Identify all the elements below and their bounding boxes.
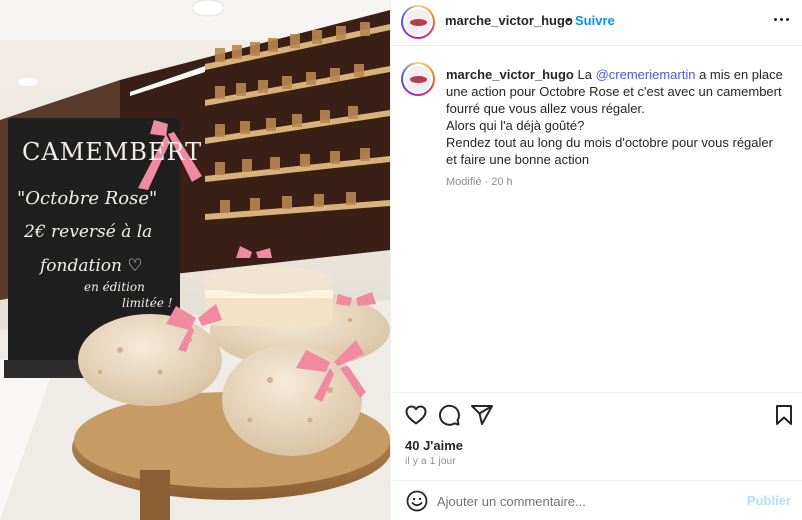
- avatar[interactable]: [401, 5, 435, 39]
- share-icon[interactable]: [470, 403, 494, 427]
- post-time[interactable]: 20 h: [491, 176, 512, 188]
- brand-logo-icon: [405, 66, 431, 92]
- board-line-price: 2€ reversé à la: [24, 222, 153, 242]
- edited-label: Modifié: [446, 176, 482, 188]
- comment-input[interactable]: [437, 491, 737, 511]
- more-horizontal-icon[interactable]: [774, 12, 789, 27]
- separator-dot: •: [566, 12, 571, 27]
- caption-avatar[interactable]: [401, 62, 435, 96]
- post-header: marche_victor_hugo • Suivre: [391, 0, 802, 46]
- board-line-edition: en édition: [84, 280, 145, 294]
- emoji-icon[interactable]: [405, 489, 429, 513]
- bookmark-icon[interactable]: [772, 403, 796, 427]
- actions-bar: 40 J'aime il y a 1 jour: [391, 392, 802, 480]
- caption-line-3: Rendez tout au long du mois d'octobre po…: [446, 135, 773, 167]
- mention-link[interactable]: @cremeriemartin: [596, 67, 696, 82]
- heart-icon[interactable]: [404, 403, 428, 427]
- caption-username[interactable]: marche_victor_hugo: [446, 67, 574, 82]
- comment-bar: Publier: [391, 480, 802, 520]
- header-username[interactable]: marche_victor_hugo: [445, 13, 573, 28]
- caption-meta: Modifié · 20 h: [446, 174, 786, 191]
- comment-icon[interactable]: [437, 403, 461, 427]
- caption-line-2: Alors qui l'a déjà goûté?: [446, 118, 585, 133]
- meta-separator: ·: [481, 176, 492, 188]
- post-image[interactable]: CAMEMBERT "Octobre Rose" 2€ reversé à la…: [0, 0, 390, 520]
- post-side-panel: marche_victor_hugo • Suivre marche_victo…: [390, 0, 802, 520]
- publish-button[interactable]: Publier: [747, 493, 791, 508]
- post-date[interactable]: il y a 1 jour: [405, 456, 456, 467]
- caption-text-before: La: [573, 67, 596, 82]
- likes-count[interactable]: 40 J'aime: [405, 438, 463, 453]
- caption-text: marche_victor_hugo La @cremeriemartin a …: [446, 66, 786, 191]
- board-subtitle: "Octobre Rose": [17, 188, 158, 209]
- brand-logo-icon: [405, 9, 431, 35]
- board-title: CAMEMBERT: [22, 138, 203, 166]
- board-line-limitee: limitée !: [122, 296, 173, 310]
- follow-button[interactable]: Suivre: [575, 13, 615, 28]
- board-line-fondation: fondation ♡: [40, 256, 143, 276]
